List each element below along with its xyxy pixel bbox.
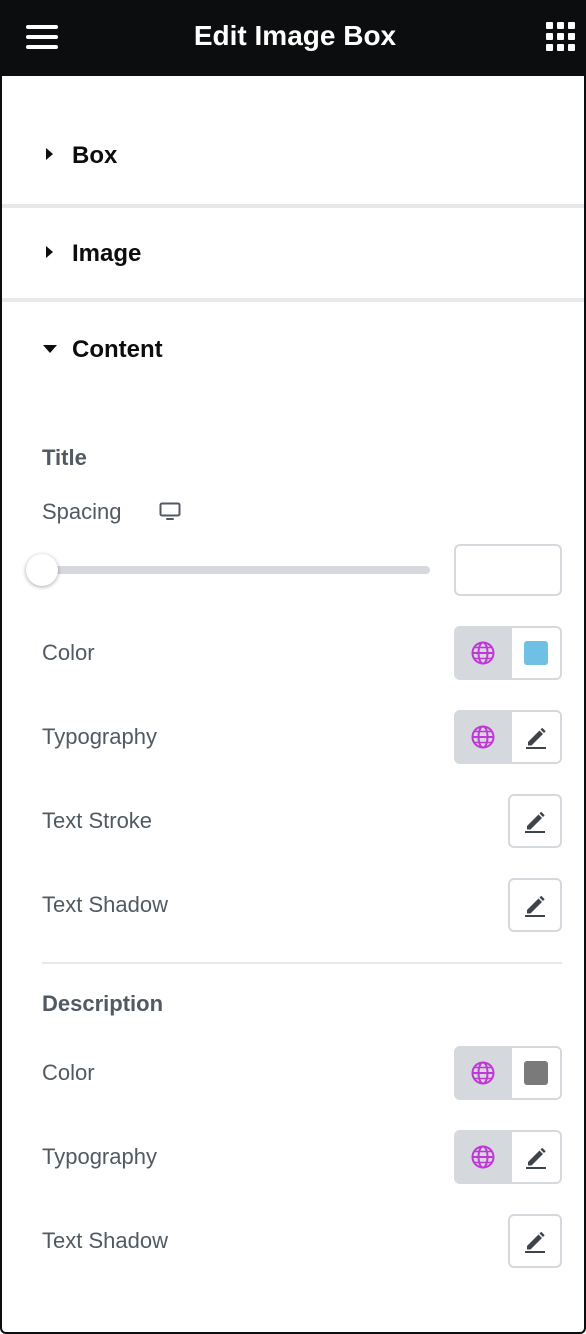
- title-text-shadow-label: Text Shadow: [42, 892, 168, 917]
- title-typography-label: Typography: [42, 724, 157, 749]
- pencil-icon: [526, 727, 546, 749]
- global-colors-button[interactable]: [456, 1048, 510, 1098]
- color-swatch: [524, 641, 548, 665]
- pencil-icon: [525, 1231, 545, 1253]
- global-fonts-button[interactable]: [456, 1132, 510, 1182]
- description-color-control: [454, 1046, 562, 1100]
- title-color-picker[interactable]: [510, 628, 560, 678]
- global-colors-button[interactable]: [456, 628, 510, 678]
- group-divider: [42, 962, 562, 964]
- color-swatch: [524, 1061, 548, 1085]
- editor-panel: Edit Image Box Box Image Content Title S…: [0, 0, 586, 1334]
- globe-icon: [471, 725, 495, 749]
- globe-icon: [471, 1145, 495, 1169]
- description-text-shadow-label: Text Shadow: [42, 1228, 168, 1253]
- caret-down-icon: [43, 345, 57, 353]
- spacing-slider-track[interactable]: [42, 566, 430, 574]
- section-box-label: Box: [72, 142, 118, 169]
- description-color-label: Color: [42, 1060, 95, 1085]
- text-stroke-edit-button[interactable]: [508, 794, 562, 848]
- global-fonts-button[interactable]: [456, 712, 510, 762]
- grid-apps-icon[interactable]: [546, 22, 576, 52]
- globe-icon: [471, 641, 495, 665]
- title-typography-edit-button[interactable]: [510, 712, 560, 762]
- caret-right-icon: [46, 246, 53, 258]
- pencil-icon: [525, 811, 545, 833]
- text-stroke-label: Text Stroke: [42, 808, 153, 833]
- section-content[interactable]: Content: [2, 330, 584, 370]
- title-typography-control: [454, 710, 562, 764]
- panel-header: Edit Image Box: [2, 0, 584, 76]
- description-typography-label: Typography: [42, 1144, 157, 1169]
- description-typography-control: [454, 1130, 562, 1184]
- desktop-monitor-icon[interactable]: [159, 502, 181, 522]
- title-text-shadow-edit-button[interactable]: [508, 878, 562, 932]
- section-image[interactable]: Image: [2, 234, 584, 274]
- pencil-icon: [526, 1147, 546, 1169]
- description-color-picker[interactable]: [510, 1048, 560, 1098]
- section-box[interactable]: Box: [2, 136, 584, 176]
- title-color-control: [454, 626, 562, 680]
- description-typography-edit-button[interactable]: [510, 1132, 560, 1182]
- spacing-label: Spacing: [42, 499, 122, 524]
- section-image-label: Image: [72, 240, 142, 267]
- section-content-label: Content: [72, 336, 163, 363]
- caret-right-icon: [46, 148, 53, 160]
- panel-title: Edit Image Box: [193, 20, 397, 51]
- section-divider: [2, 204, 584, 208]
- spacing-slider-handle[interactable]: [26, 554, 58, 586]
- description-group-heading: Description: [42, 991, 164, 1016]
- description-text-shadow-edit-button[interactable]: [508, 1214, 562, 1268]
- spacing-input[interactable]: [454, 544, 562, 596]
- title-group-heading: Title: [42, 445, 87, 470]
- section-divider: [2, 298, 584, 302]
- globe-icon: [471, 1061, 495, 1085]
- title-color-label: Color: [42, 640, 95, 665]
- pencil-icon: [525, 895, 545, 917]
